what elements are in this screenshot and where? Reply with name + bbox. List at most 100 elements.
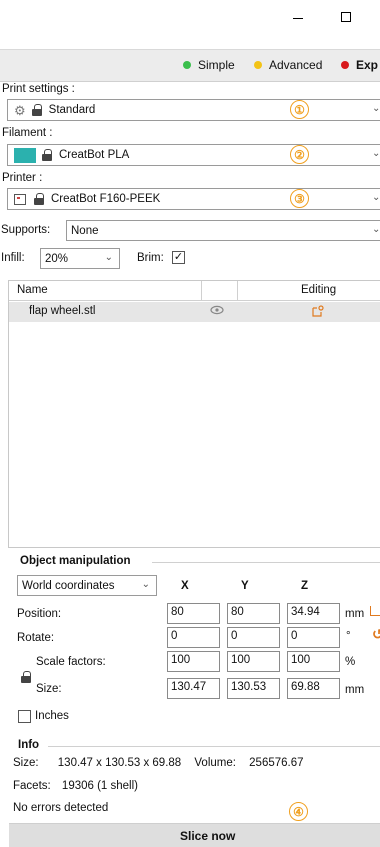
axis-x-label: X <box>181 580 189 592</box>
eye-icon[interactable] <box>210 304 224 319</box>
printer-label: Printer : <box>2 172 43 184</box>
info-errors: No errors detected <box>13 802 109 814</box>
minimize-icon <box>293 17 303 19</box>
info-size-line: Size: 130.47 x 130.53 x 69.88 Volume: 25… <box>13 757 304 769</box>
yellow-dot-icon <box>254 61 262 69</box>
rotate-z-input[interactable]: 0 <box>287 627 340 648</box>
lock-icon <box>34 193 44 205</box>
mode-advanced-button[interactable]: Advanced <box>254 58 322 72</box>
step-badge-2: ② <box>290 145 309 164</box>
info-volume-label: Volume: <box>194 757 236 769</box>
position-unit: mm <box>345 608 365 620</box>
chevron-down-icon: ⌄ <box>372 103 380 114</box>
column-divider <box>201 281 202 301</box>
size-label: Size: <box>36 683 62 695</box>
info-facets-label: Facets: <box>13 780 51 792</box>
position-y-input[interactable]: 80 <box>227 603 280 624</box>
axis-z-label: Z <box>301 580 309 592</box>
supports-select[interactable]: None ⌄ <box>66 220 380 241</box>
object-list-header: Name Editing <box>9 281 380 301</box>
chevron-down-icon: ⌄ <box>104 252 113 263</box>
printer-value: CreatBot F160-PEEK <box>51 193 161 205</box>
size-y-input[interactable]: 130.53 <box>227 678 280 699</box>
maximize-icon <box>341 12 351 22</box>
edit-icon[interactable] <box>311 304 325 321</box>
filament-label: Filament : <box>2 127 53 139</box>
coordinates-value: World coordinates <box>22 579 115 592</box>
brim-checkbox[interactable]: ✓ <box>172 251 185 264</box>
drop-to-bed-icon[interactable] <box>370 606 380 616</box>
mode-expert-button[interactable]: Exp <box>341 58 378 72</box>
column-divider <box>237 281 238 301</box>
object-list: Name Editing flap wheel.stl <box>8 280 380 548</box>
step-badge-3: ③ <box>290 189 309 208</box>
column-editing-header[interactable]: Editing <box>301 284 336 296</box>
supports-value: None <box>71 224 99 237</box>
inches-label: Inches <box>35 710 69 722</box>
mode-expert-label: Exp <box>356 58 379 72</box>
print-settings-value: Standard <box>48 104 96 116</box>
step-badge-1: ① <box>290 100 309 119</box>
print-settings-label: Print settings : <box>2 83 75 95</box>
filament-combo[interactable]: CreatBot PLA ⌄ <box>7 144 380 166</box>
rotate-unit: ° <box>346 630 351 642</box>
column-name-header[interactable]: Name <box>17 284 48 296</box>
printer-icon <box>14 193 26 205</box>
scale-z-input[interactable]: 100 <box>287 651 340 672</box>
green-dot-icon <box>183 61 191 69</box>
info-title: Info <box>18 739 40 751</box>
slice-now-button[interactable]: Slice now <box>9 823 380 847</box>
chevron-down-icon: ⌄ <box>372 148 380 159</box>
chevron-down-icon: ⌄ <box>372 224 380 235</box>
scale-x-input[interactable]: 100 <box>167 651 220 672</box>
scale-lock-icon[interactable] <box>21 671 31 683</box>
info-facets-line: Facets: 19306 (1 shell) <box>13 780 138 792</box>
printer-combo[interactable]: CreatBot F160-PEEK ⌄ <box>7 188 380 210</box>
supports-label: Supports: <box>1 224 51 236</box>
group-divider <box>48 746 380 747</box>
maximize-button[interactable] <box>334 6 358 28</box>
filament-value: CreatBot PLA <box>59 149 130 161</box>
position-label: Position: <box>17 608 62 620</box>
step-badge-4: ④ <box>289 802 308 821</box>
object-name: flap wheel.stl <box>29 305 96 317</box>
size-unit: mm <box>345 684 365 696</box>
position-z-input[interactable]: 34.94 <box>287 603 340 624</box>
rotate-x-input[interactable]: 0 <box>167 627 220 648</box>
object-row[interactable]: flap wheel.stl <box>9 302 380 322</box>
mode-simple-button[interactable]: Simple <box>183 58 235 72</box>
lock-icon <box>42 149 52 161</box>
axis-y-label: Y <box>241 580 249 592</box>
scale-y-input[interactable]: 100 <box>227 651 280 672</box>
object-manipulation-title: Object manipulation <box>20 555 131 567</box>
brim-label: Brim: <box>137 252 164 264</box>
info-size-label: Size: <box>13 757 39 769</box>
info-volume-value: 256576.67 <box>249 757 304 769</box>
filament-color-swatch <box>14 147 36 163</box>
slice-now-label: Slice now <box>180 829 236 843</box>
chevron-down-icon: ⌄ <box>372 192 380 203</box>
gear-icon: ⚙ <box>14 102 26 118</box>
mode-advanced-label: Advanced <box>269 58 323 72</box>
position-x-input[interactable]: 80 <box>167 603 220 624</box>
minimize-button[interactable] <box>286 6 310 28</box>
group-divider <box>152 562 380 563</box>
rotate-y-input[interactable]: 0 <box>227 627 280 648</box>
lock-icon <box>31 104 42 116</box>
size-x-input[interactable]: 130.47 <box>167 678 220 699</box>
scale-factors-label: Scale factors: <box>36 656 106 668</box>
reset-rotation-icon[interactable]: ↺ <box>372 626 380 643</box>
inches-checkbox[interactable] <box>18 710 31 723</box>
print-settings-combo[interactable]: ⚙ Standard ⌄ <box>7 99 380 121</box>
coordinates-select[interactable]: World coordinates ⌄ <box>17 575 157 596</box>
infill-value: 20% <box>45 252 69 265</box>
chevron-down-icon: ⌄ <box>141 579 150 590</box>
infill-select[interactable]: 20% ⌄ <box>40 248 120 269</box>
red-dot-icon <box>341 61 349 69</box>
rotate-label: Rotate: <box>17 632 55 644</box>
info-size-value: 130.47 x 130.53 x 69.88 <box>57 757 182 769</box>
mode-bar: Simple Advanced Exp <box>0 50 380 82</box>
info-facets-value: 19306 (1 shell) <box>61 780 138 792</box>
size-z-input[interactable]: 69.88 <box>287 678 340 699</box>
infill-label: Infill: <box>1 252 25 264</box>
